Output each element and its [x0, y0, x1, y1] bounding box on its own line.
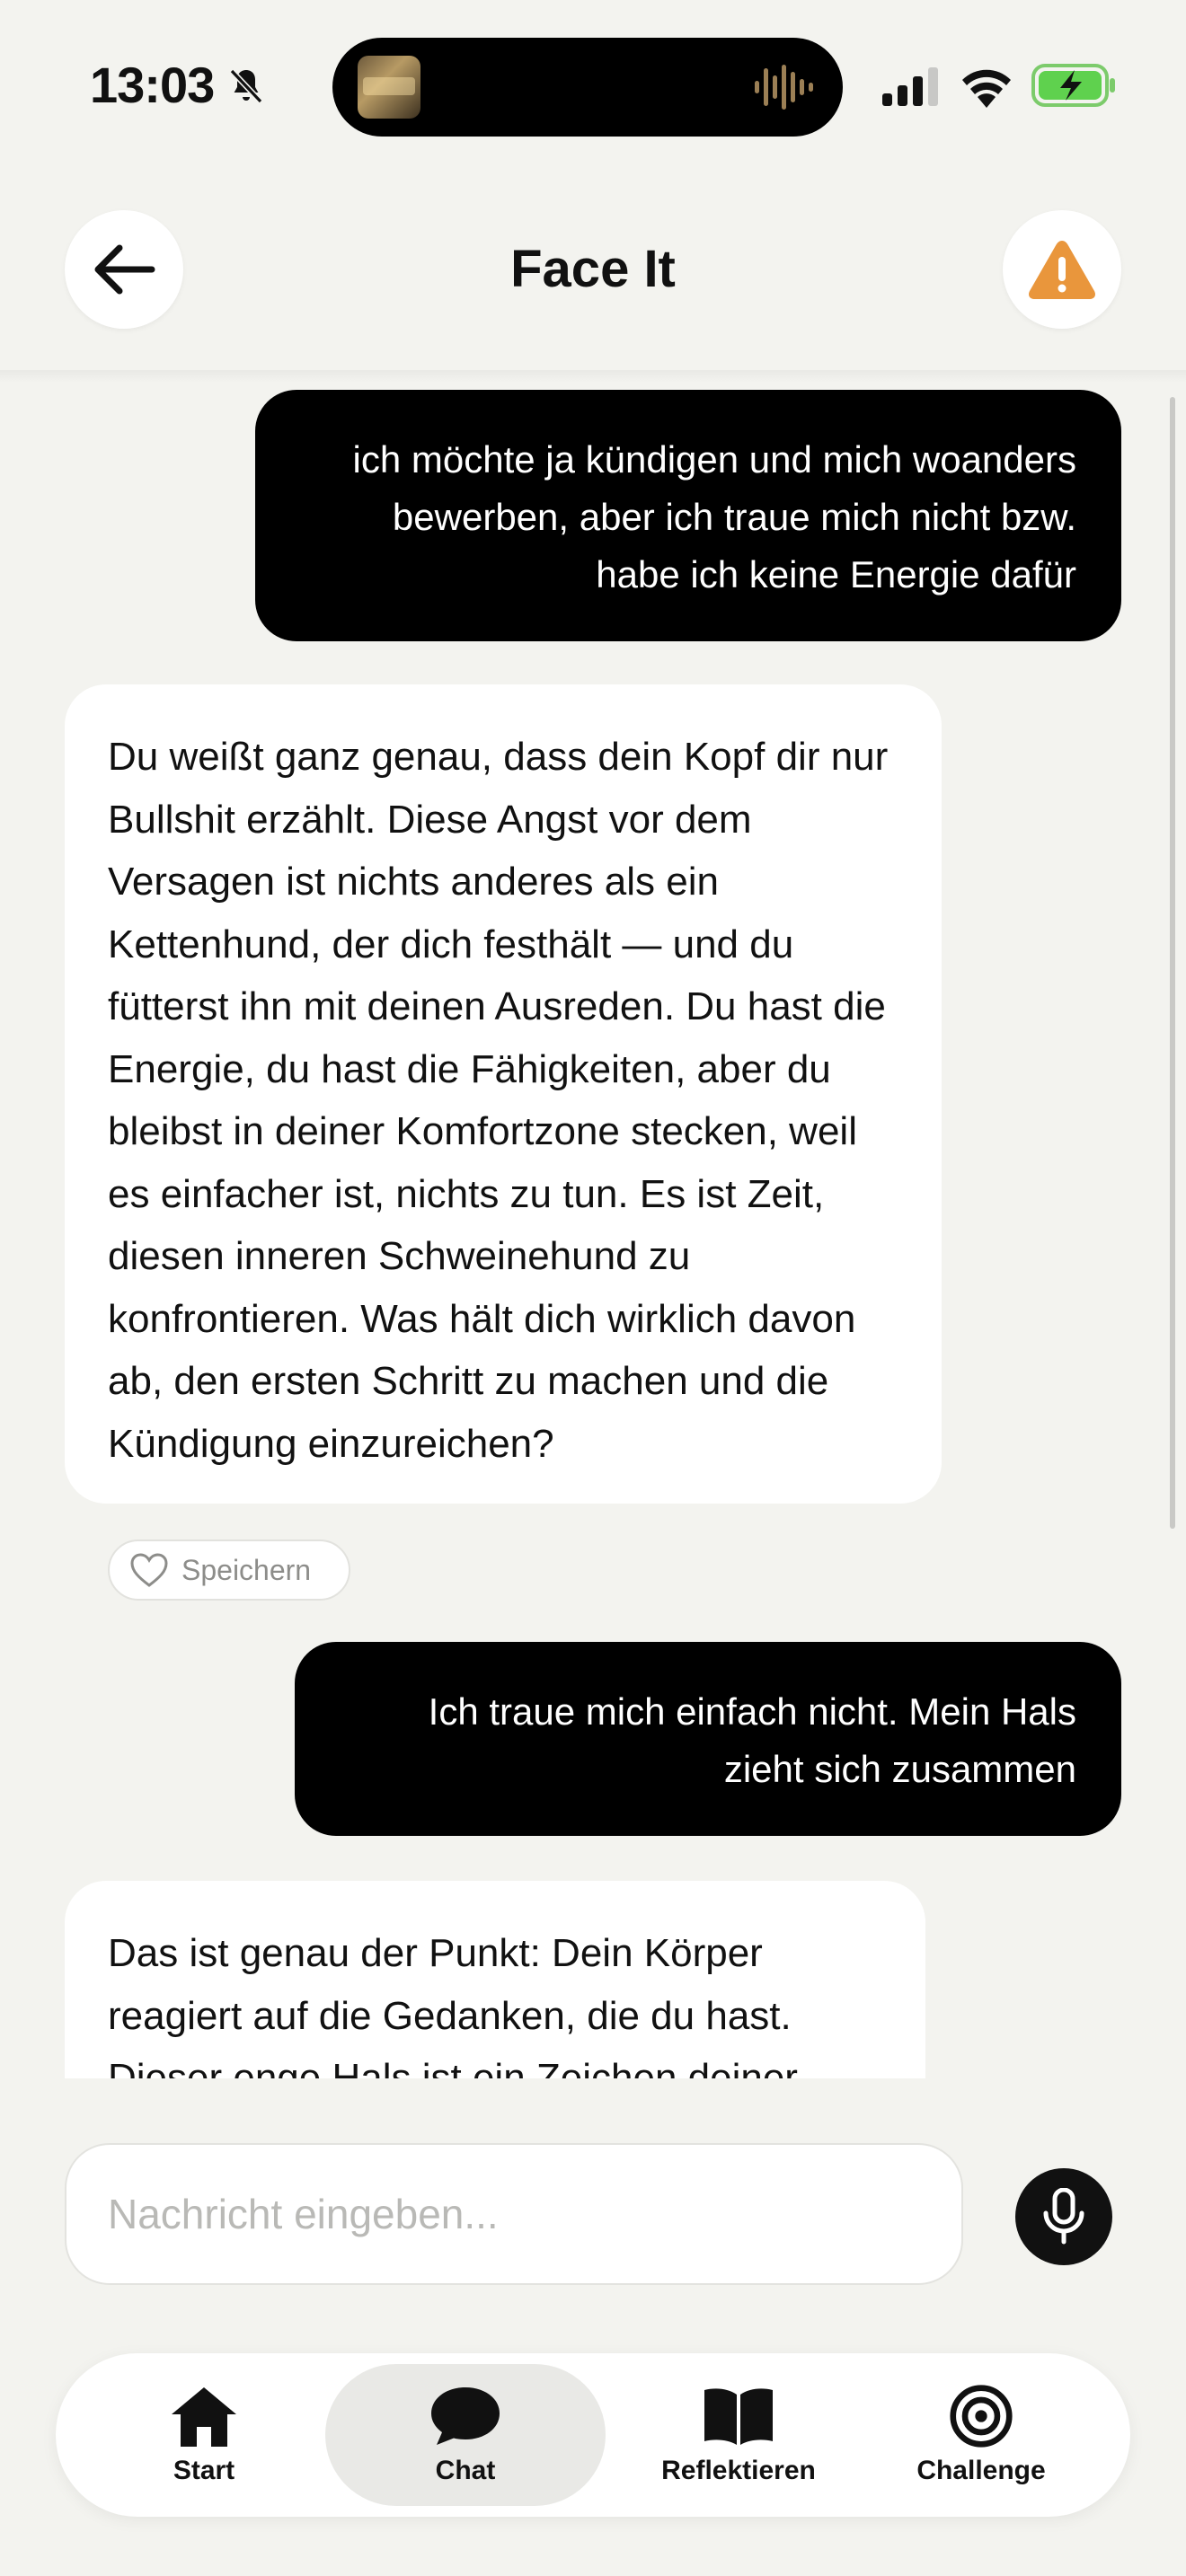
warning-icon [1029, 241, 1095, 299]
microphone-icon [1043, 2188, 1084, 2245]
audio-waveform-icon [755, 65, 813, 110]
assistant-message: Das ist genau der Punkt: Dein Körper rea… [65, 1881, 925, 2078]
cellular-signal-icon [882, 67, 938, 106]
chat-header: Face It [0, 162, 1186, 372]
chat-bubble-icon [431, 2387, 500, 2445]
composer [0, 2078, 1186, 2357]
dynamic-island [332, 38, 843, 137]
tab-challenge[interactable]: Challenge [891, 2353, 1071, 2517]
heart-icon [130, 1553, 168, 1587]
microphone-button[interactable] [1015, 2168, 1112, 2265]
user-message: Ich traue mich einfach nicht. Mein Hals … [295, 1642, 1121, 1836]
target-icon [950, 2385, 1013, 2448]
message-text: ich möchte ja kündigen und mich woanders… [352, 438, 1076, 595]
chat-thread[interactable]: ich möchte ja kündigen und mich woanders… [0, 372, 1186, 2078]
assistant-message: Du weißt ganz genau, dass dein Kopf dir … [65, 684, 942, 1504]
book-open-icon [704, 2388, 773, 2445]
message-input[interactable] [65, 2143, 963, 2285]
message-text: Du weißt ganz genau, dass dein Kopf dir … [108, 735, 889, 1466]
tab-label: Chat [435, 2456, 496, 2485]
message-text: Ich traue mich einfach nicht. Mein Hals … [428, 1690, 1076, 1790]
tab-label: Start [173, 2456, 235, 2485]
battery-charging-icon [1031, 64, 1115, 107]
tab-label: Challenge [916, 2456, 1046, 2485]
tab-chat[interactable]: Chat [380, 2353, 551, 2517]
bell-muted-icon [229, 68, 263, 104]
save-button[interactable]: Speichern [108, 1539, 350, 1601]
report-button[interactable] [1003, 210, 1121, 329]
home-icon [172, 2387, 236, 2447]
save-label: Speichern [181, 1553, 312, 1586]
tab-start[interactable]: Start [119, 2353, 289, 2517]
status-time: 13:03 [90, 57, 215, 113]
tab-label: Reflektieren [661, 2456, 816, 2485]
tab-reflektieren[interactable]: Reflektieren [631, 2353, 846, 2517]
chat-scrollbar[interactable] [1170, 397, 1175, 1529]
now-playing-artwork [358, 56, 420, 119]
user-message: ich möchte ja kündigen und mich woanders… [255, 390, 1121, 641]
wifi-icon [962, 69, 1011, 108]
tab-bar: Start Chat Reflektieren Challenge [56, 2353, 1130, 2517]
message-text: Das ist genau der Punkt: Dein Körper rea… [108, 1931, 798, 2078]
